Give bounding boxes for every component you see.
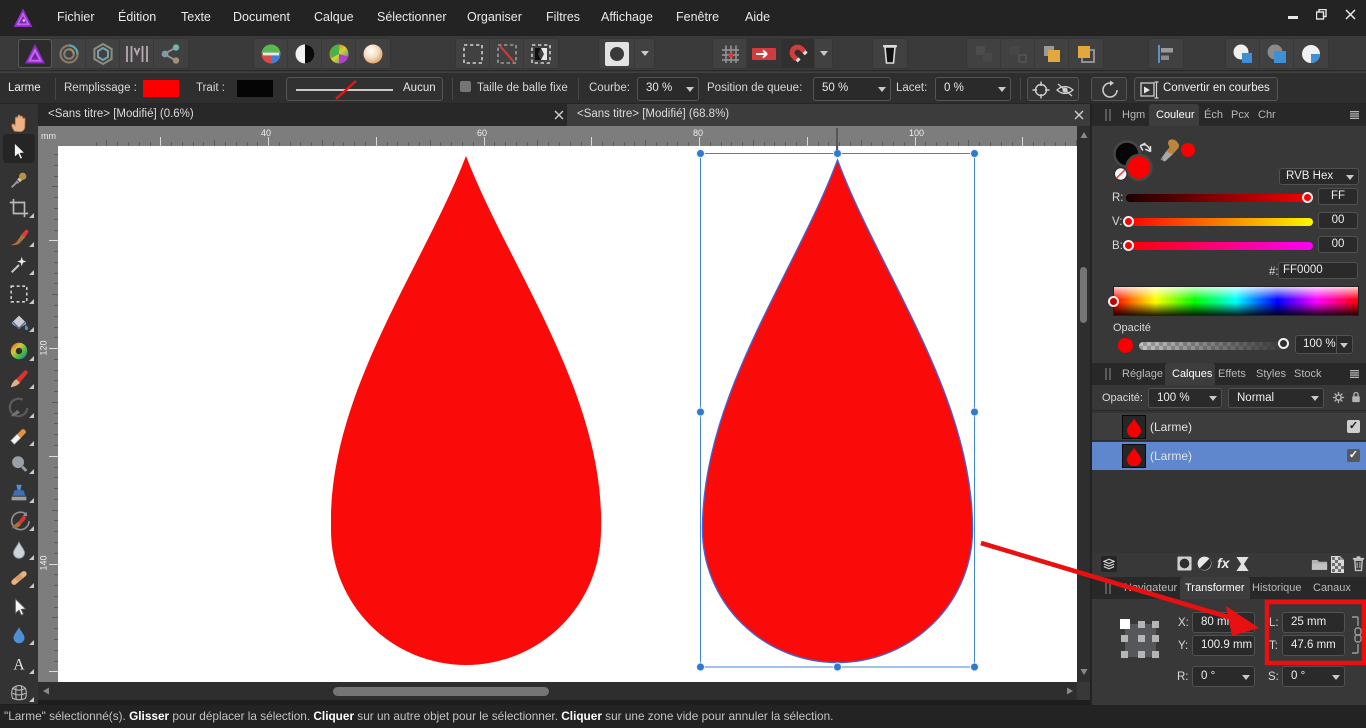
svg-text:A: A [13,656,25,673]
